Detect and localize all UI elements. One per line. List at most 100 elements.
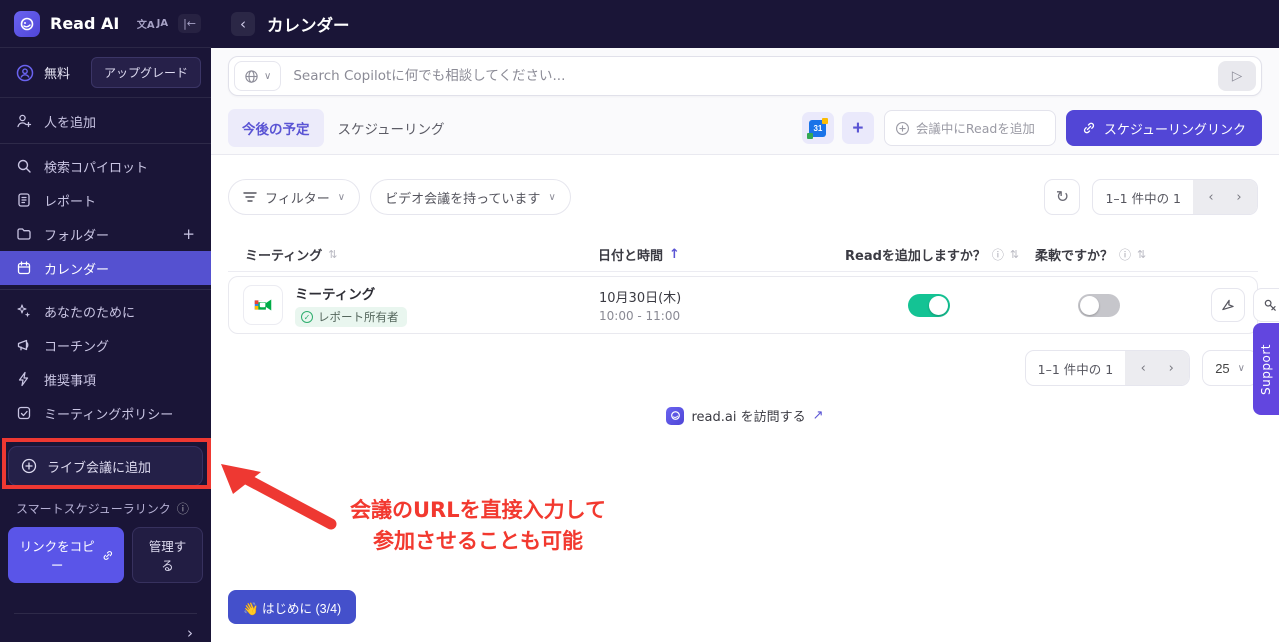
google-calendar-button[interactable]: 31: [802, 112, 834, 144]
scheduling-link-button[interactable]: スケジューリングリンク: [1066, 110, 1262, 146]
sidebar-item-for-you[interactable]: あなたのために: [0, 294, 211, 328]
flexible-cell: [1036, 294, 1211, 317]
sidebar-item-calendar[interactable]: カレンダー: [0, 251, 211, 285]
column-header-flexible[interactable]: 柔軟ですか？ ⓘ ⇅: [1035, 245, 1210, 264]
sidebar-header: Read AI 文A JA |←: [0, 0, 211, 48]
add-folder-icon[interactable]: +: [182, 225, 195, 243]
next-page-button[interactable]: ›: [1227, 185, 1251, 209]
translate-icon: 文A: [137, 16, 155, 31]
sort-icon[interactable]: ⇅: [1010, 248, 1019, 261]
tab-upcoming[interactable]: 今後の予定: [228, 109, 324, 147]
add-read-toggle[interactable]: [908, 294, 950, 317]
live-meeting-label: ライブ会議に追加: [47, 457, 151, 476]
sidebar-item-folders[interactable]: フォルダー +: [0, 217, 211, 251]
visit-read-ai-link[interactable]: read.ai を訪問する: [691, 406, 805, 425]
meeting-date: 10月30日(木): [599, 287, 846, 306]
add-read-input[interactable]: [916, 121, 1036, 136]
tab-scheduling[interactable]: スケジューリング: [324, 109, 459, 147]
column-header-meeting[interactable]: ミーティング ⇅: [228, 245, 598, 264]
column-header-datetime[interactable]: 日付と時間 ↑: [598, 245, 845, 264]
prev-page-button[interactable]: ‹: [1131, 356, 1155, 380]
video-conference-filter-button[interactable]: ビデオ会議を持っています ∨: [370, 179, 571, 215]
info-icon[interactable]: ⓘ: [992, 246, 1004, 263]
language-switcher[interactable]: 文A JA: [133, 13, 172, 34]
pagination-range: 1–1 件中の 1: [1026, 351, 1126, 385]
key-icon: [1263, 298, 1278, 313]
column-header-add-read[interactable]: Readを追加しますか？ ⓘ ⇅: [845, 245, 1035, 264]
badge-label: レポート所有者: [318, 309, 399, 325]
check-circle-icon: ✓: [301, 311, 313, 323]
add-read-cell: [846, 294, 1036, 317]
topbar: ‹ カレンダー: [211, 0, 1279, 48]
back-button[interactable]: ‹: [231, 12, 255, 36]
sidebar-item-label: コーチング: [44, 336, 195, 355]
page-size-select[interactable]: 25 ∨: [1202, 350, 1258, 386]
flexible-toggle[interactable]: [1078, 294, 1120, 317]
sidebar-item-add-people[interactable]: 人を追加: [0, 104, 211, 138]
send-icon: ▷: [1232, 68, 1242, 84]
search-scope-selector[interactable]: ∨: [234, 61, 281, 91]
sort-ascending-icon[interactable]: ↑: [669, 247, 680, 262]
sidebar-item-coaching[interactable]: コーチング: [0, 328, 211, 362]
sparkles-icon: [16, 303, 32, 319]
getting-started-button[interactable]: 👋 はじめに (3/4): [228, 590, 356, 624]
pagination-range: 1–1 件中の 1: [1093, 180, 1193, 214]
manage-button[interactable]: 管理する: [132, 527, 203, 583]
sidebar-item-reports[interactable]: レポート: [0, 183, 211, 217]
prev-page-button[interactable]: ‹: [1199, 185, 1223, 209]
plus-circle-icon: [21, 458, 37, 474]
send-button[interactable]: ▷: [1218, 61, 1256, 91]
collapse-sidebar-icon[interactable]: |←: [178, 14, 201, 33]
add-calendar-button[interactable]: +: [842, 112, 874, 144]
plan-label: 無料: [44, 63, 81, 82]
pagination-bottom: 1–1 件中の 1 ‹ ›: [1025, 350, 1191, 386]
annotation-line1: 会議のURLを直接入力して: [268, 495, 688, 526]
sidebar-item-label: フォルダー: [44, 225, 170, 244]
sidebar-item-label: 推奨事項: [44, 370, 195, 389]
sidebar-nav: 人を追加 検索コパイロット レポート フォルダー + カレンダー: [0, 98, 211, 430]
plan-row: 無料 アップグレード: [0, 48, 211, 98]
refresh-button[interactable]: ↻: [1044, 179, 1080, 215]
next-page-button[interactable]: ›: [1159, 356, 1183, 380]
key-button[interactable]: [1253, 288, 1279, 322]
smart-scheduler-title: スマートスケジューラリンク ⓘ: [16, 500, 195, 517]
support-tab[interactable]: Support: [1253, 323, 1279, 415]
tabs-row: 今後の予定 スケジューリング 31 + スケジューリングリンク: [228, 110, 1262, 146]
sidebar-item-meeting-policies[interactable]: ミーティングポリシー: [0, 396, 211, 430]
sort-icon[interactable]: ⇅: [1137, 248, 1146, 261]
filter-button[interactable]: フィルター ∨: [228, 179, 360, 215]
brand-name: Read AI: [50, 14, 127, 33]
info-icon[interactable]: ⓘ: [177, 500, 189, 517]
sidebar-item-label: あなたのために: [44, 302, 195, 321]
filter-icon: [243, 191, 257, 203]
globe-icon: [244, 69, 259, 84]
plus-icon: +: [852, 119, 863, 138]
share-button[interactable]: [1211, 288, 1245, 322]
sidebar-item-search-copilot[interactable]: 検索コパイロット: [0, 149, 211, 183]
sidebar-item-recommendations[interactable]: 推奨事項: [0, 362, 211, 396]
column-label: 日付と時間: [598, 245, 663, 264]
calendar-icon: [16, 260, 32, 276]
folder-icon: [16, 226, 32, 242]
user-plus-icon: [16, 113, 32, 129]
expand-chevron-icon[interactable]: ›: [187, 624, 193, 642]
sidebar-item-label: レポート: [44, 191, 195, 210]
support-label: Support: [1259, 344, 1273, 395]
annotation-text: 会議のURLを直接入力して 参加させることも可能: [268, 495, 688, 557]
read-ai-app: Read AI 文A JA |← 無料 アップグレード 人を追加 検索コパイロッ…: [0, 0, 1279, 642]
divider: [14, 613, 197, 614]
column-label: Readを追加しますか？: [845, 245, 986, 264]
read-ai-logo-icon: [14, 11, 40, 37]
account-icon: [16, 64, 34, 82]
google-meet-icon: [243, 285, 283, 325]
pagination-bottom-row: 1–1 件中の 1 ‹ › 25 ∨: [1025, 350, 1258, 386]
info-icon[interactable]: ⓘ: [1119, 246, 1131, 263]
add-to-live-meeting-button[interactable]: ライブ会議に追加: [8, 446, 203, 486]
column-label: 柔軟ですか？: [1035, 245, 1113, 264]
meeting-title[interactable]: ミーティング: [295, 283, 407, 303]
copilot-search-input[interactable]: [281, 68, 1218, 84]
upgrade-button[interactable]: アップグレード: [91, 57, 201, 88]
sort-icon[interactable]: ⇅: [328, 248, 337, 261]
sidebar-expand-row: ›: [0, 624, 211, 642]
copy-link-button[interactable]: リンクをコピー: [8, 527, 124, 583]
